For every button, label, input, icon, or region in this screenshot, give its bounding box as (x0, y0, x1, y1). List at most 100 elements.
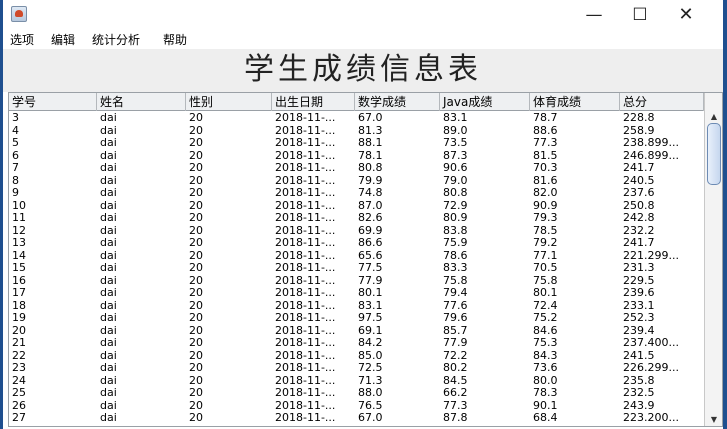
cell-java-score[interactable]: 84.5 (440, 375, 530, 386)
menu-help[interactable]: 帮助 (163, 32, 187, 48)
table-row[interactable]: 9 dai 20 2018-11-... 74.8 80.8 82.0 237.6 (9, 187, 704, 198)
cell-student-id[interactable]: 5 (9, 137, 97, 148)
cell-java-score[interactable]: 79.0 (440, 175, 530, 186)
menu-edit[interactable]: 编辑 (51, 32, 75, 48)
cell-birthdate[interactable]: 2018-11-... (272, 187, 355, 198)
cell-gender[interactable]: 20 (186, 350, 272, 361)
cell-name[interactable]: dai (97, 412, 186, 423)
cell-java-score[interactable]: 78.6 (440, 250, 530, 261)
cell-birthdate[interactable]: 2018-11-... (272, 412, 355, 423)
cell-math-score[interactable]: 69.1 (355, 325, 440, 336)
cell-math-score[interactable]: 76.5 (355, 400, 440, 411)
cell-pe-score[interactable]: 79.3 (530, 212, 620, 223)
cell-pe-score[interactable]: 90.9 (530, 200, 620, 211)
table-row[interactable]: 17 dai 20 2018-11-... 80.1 79.4 80.1 239.6 (9, 287, 704, 298)
column-header-student-id[interactable]: 学号 (9, 93, 97, 111)
cell-java-score[interactable]: 66.2 (440, 387, 530, 398)
cell-name[interactable]: dai (97, 362, 186, 373)
cell-math-score[interactable]: 87.0 (355, 200, 440, 211)
cell-math-score[interactable]: 86.6 (355, 237, 440, 248)
cell-name[interactable]: dai (97, 387, 186, 398)
table-row[interactable]: 4 dai 20 2018-11-... 81.3 89.0 88.6 258.9 (9, 125, 704, 136)
cell-name[interactable]: dai (97, 225, 186, 236)
cell-name[interactable]: dai (97, 325, 186, 336)
cell-gender[interactable]: 20 (186, 412, 272, 423)
table-row[interactable]: 6 dai 20 2018-11-... 78.1 87.3 81.5 246.899... (9, 150, 704, 161)
cell-pe-score[interactable]: 84.3 (530, 350, 620, 361)
cell-student-id[interactable]: 11 (9, 212, 97, 223)
cell-name[interactable]: dai (97, 350, 186, 361)
cell-pe-score[interactable]: 80.0 (530, 375, 620, 386)
cell-student-id[interactable]: 14 (9, 250, 97, 261)
cell-total[interactable]: 250.8 (620, 200, 704, 211)
cell-birthdate[interactable]: 2018-11-... (272, 150, 355, 161)
cell-java-score[interactable]: 77.9 (440, 337, 530, 348)
cell-birthdate[interactable]: 2018-11-... (272, 125, 355, 136)
cell-total[interactable]: 239.4 (620, 325, 704, 336)
cell-pe-score[interactable]: 70.3 (530, 162, 620, 173)
cell-gender[interactable]: 20 (186, 137, 272, 148)
cell-java-score[interactable]: 89.0 (440, 125, 530, 136)
cell-java-score[interactable]: 72.2 (440, 350, 530, 361)
scroll-down-arrow-icon[interactable]: ▼ (705, 415, 722, 425)
table-row[interactable]: 26 dai 20 2018-11-... 76.5 77.3 90.1 243.9 (9, 400, 704, 411)
cell-pe-score[interactable]: 81.6 (530, 175, 620, 186)
cell-birthdate[interactable]: 2018-11-... (272, 325, 355, 336)
cell-math-score[interactable]: 83.1 (355, 300, 440, 311)
cell-gender[interactable]: 20 (186, 300, 272, 311)
cell-student-id[interactable]: 7 (9, 162, 97, 173)
cell-java-score[interactable]: 87.8 (440, 412, 530, 423)
cell-name[interactable]: dai (97, 112, 186, 123)
cell-java-score[interactable]: 87.3 (440, 150, 530, 161)
cell-gender[interactable]: 20 (186, 175, 272, 186)
cell-birthdate[interactable]: 2018-11-... (272, 237, 355, 248)
cell-pe-score[interactable]: 79.2 (530, 237, 620, 248)
cell-gender[interactable]: 20 (186, 212, 272, 223)
cell-gender[interactable]: 20 (186, 275, 272, 286)
cell-gender[interactable]: 20 (186, 237, 272, 248)
cell-name[interactable]: dai (97, 287, 186, 298)
cell-gender[interactable]: 20 (186, 187, 272, 198)
table-row[interactable]: 13 dai 20 2018-11-... 86.6 75.9 79.2 241.7 (9, 237, 704, 248)
cell-java-score[interactable]: 83.8 (440, 225, 530, 236)
cell-math-score[interactable]: 85.0 (355, 350, 440, 361)
menu-statistics[interactable]: 统计分析 (92, 32, 140, 48)
cell-gender[interactable]: 20 (186, 400, 272, 411)
cell-pe-score[interactable]: 81.5 (530, 150, 620, 161)
cell-student-id[interactable]: 6 (9, 150, 97, 161)
cell-pe-score[interactable]: 78.3 (530, 387, 620, 398)
cell-student-id[interactable]: 20 (9, 325, 97, 336)
cell-gender[interactable]: 20 (186, 387, 272, 398)
table-row[interactable]: 3 dai 20 2018-11-... 67.0 83.1 78.7 228.8 (9, 112, 704, 123)
cell-math-score[interactable]: 71.3 (355, 375, 440, 386)
cell-total[interactable]: 237.400... (620, 337, 704, 348)
column-header-pe-score[interactable]: 体育成绩 (530, 93, 620, 111)
cell-java-score[interactable]: 80.8 (440, 187, 530, 198)
cell-total[interactable]: 233.1 (620, 300, 704, 311)
cell-student-id[interactable]: 21 (9, 337, 97, 348)
cell-pe-score[interactable]: 77.3 (530, 137, 620, 148)
cell-math-score[interactable]: 67.0 (355, 412, 440, 423)
cell-gender[interactable]: 20 (186, 375, 272, 386)
table-row[interactable]: 7 dai 20 2018-11-... 80.8 90.6 70.3 241.7 (9, 162, 704, 173)
cell-name[interactable]: dai (97, 125, 186, 136)
cell-birthdate[interactable]: 2018-11-... (272, 300, 355, 311)
cell-total[interactable]: 221.299... (620, 250, 704, 261)
cell-birthdate[interactable]: 2018-11-... (272, 200, 355, 211)
cell-name[interactable]: dai (97, 375, 186, 386)
cell-student-id[interactable]: 25 (9, 387, 97, 398)
cell-total[interactable]: 243.9 (620, 400, 704, 411)
cell-math-score[interactable]: 72.5 (355, 362, 440, 373)
cell-birthdate[interactable]: 2018-11-... (272, 175, 355, 186)
cell-name[interactable]: dai (97, 175, 186, 186)
cell-student-id[interactable]: 3 (9, 112, 97, 123)
cell-pe-score[interactable]: 75.2 (530, 312, 620, 323)
cell-java-score[interactable]: 90.6 (440, 162, 530, 173)
cell-math-score[interactable]: 67.0 (355, 112, 440, 123)
cell-total[interactable]: 231.3 (620, 262, 704, 273)
cell-student-id[interactable]: 10 (9, 200, 97, 211)
cell-total[interactable]: 238.899... (620, 137, 704, 148)
cell-birthdate[interactable]: 2018-11-... (272, 162, 355, 173)
cell-gender[interactable]: 20 (186, 225, 272, 236)
cell-student-id[interactable]: 26 (9, 400, 97, 411)
